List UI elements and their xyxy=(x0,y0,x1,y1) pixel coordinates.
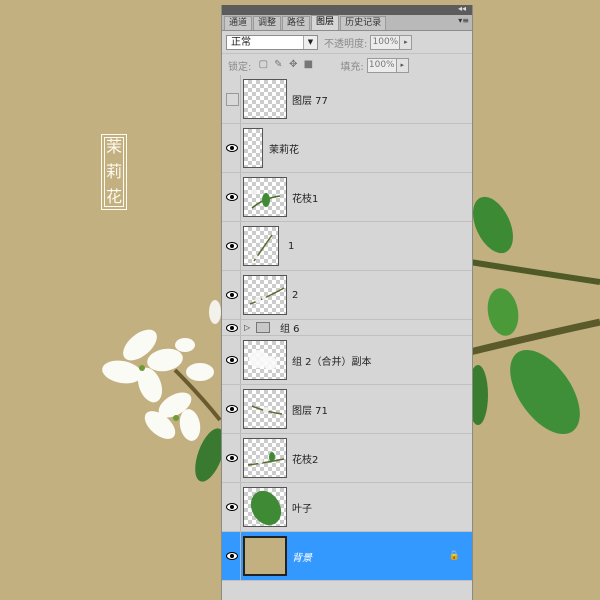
eye-icon xyxy=(226,454,238,462)
layer-list: 图层 77 茉莉花 花枝1 1 2 ▷ 组 6 组 2（合并）副本 图层 71 … xyxy=(222,75,472,581)
tab-channels[interactable]: 通道 xyxy=(224,16,253,30)
collapse-icon[interactable]: ◂◂ xyxy=(458,4,466,13)
visibility-toggle[interactable] xyxy=(224,222,241,270)
layer-name: 叶子 xyxy=(292,503,312,515)
layer-name: 组 6 xyxy=(280,324,300,335)
blend-mode-select[interactable]: 正常 ▼ xyxy=(226,34,318,50)
eye-icon xyxy=(226,144,238,152)
layer-name: 茉莉花 xyxy=(269,144,299,156)
visibility-toggle[interactable] xyxy=(224,271,241,319)
layer-thumbnail xyxy=(243,128,263,168)
eye-icon xyxy=(226,323,238,332)
tab-paths[interactable]: 路径 xyxy=(282,16,311,30)
layers-panel: ◂◂ 通道 调整 路径 图层 历史记录 ▾≡ 正常 ▼ 不透明度: 100% ▸… xyxy=(221,4,473,600)
layer-name: 背景 xyxy=(292,552,312,564)
lock-all-icon[interactable]: ■ xyxy=(302,59,314,71)
layer-thumbnail xyxy=(243,275,287,315)
layer-thumbnail xyxy=(243,340,287,380)
layer-row[interactable]: 图层 71 xyxy=(222,385,472,434)
layer-row[interactable]: 茉莉花 xyxy=(222,124,472,173)
hidden-eye-icon xyxy=(225,92,239,106)
blend-row: 正常 ▼ 不透明度: 100% ▸ xyxy=(222,31,472,54)
visibility-toggle[interactable] xyxy=(224,173,241,221)
tab-history[interactable]: 历史记录 xyxy=(340,16,387,30)
folder-icon xyxy=(256,322,270,333)
opacity-input[interactable]: 100% xyxy=(370,34,401,50)
eye-icon xyxy=(226,242,238,250)
layer-thumbnail xyxy=(243,487,287,527)
opacity-label: 不透明度: xyxy=(324,38,368,50)
visibility-toggle[interactable] xyxy=(224,385,241,433)
fill-input[interactable]: 100% xyxy=(366,57,397,73)
lock-move-icon[interactable]: ✥ xyxy=(287,59,299,71)
fill-slider-arrow-icon[interactable]: ▸ xyxy=(396,57,409,73)
layer-row[interactable]: 花枝2 xyxy=(222,434,472,483)
jasmine-seal-stamp: 茉 莉 花 xyxy=(101,134,127,210)
eye-icon xyxy=(226,193,238,201)
tab-adjustments[interactable]: 调整 xyxy=(253,16,282,30)
visibility-toggle[interactable] xyxy=(224,336,241,384)
eye-icon xyxy=(226,503,238,511)
layer-row[interactable]: 花枝1 xyxy=(222,173,472,222)
eye-icon xyxy=(226,356,238,364)
opacity-slider-arrow-icon[interactable]: ▸ xyxy=(400,34,413,50)
layer-row[interactable]: 2 xyxy=(222,271,472,320)
panel-titlebar[interactable]: ◂◂ xyxy=(222,4,472,15)
layer-thumbnail xyxy=(243,438,287,478)
visibility-toggle[interactable] xyxy=(224,483,241,531)
blend-mode-value: 正常 xyxy=(231,36,251,48)
eye-icon xyxy=(226,291,238,299)
layer-thumbnail xyxy=(243,177,287,217)
eye-icon xyxy=(226,552,238,560)
lock-row: 锁定: ▢ ✎ ✥ ■ 填充: 100% ▸ xyxy=(222,54,472,77)
visibility-toggle[interactable] xyxy=(224,532,241,580)
layer-name: 花枝2 xyxy=(292,454,319,466)
layer-row[interactable]: 1 xyxy=(222,222,472,271)
layer-name: 花枝1 xyxy=(292,193,319,205)
layer-row[interactable]: 叶子 xyxy=(222,483,472,532)
lock-transparent-icon[interactable]: ▢ xyxy=(257,59,269,71)
layer-thumbnail xyxy=(243,226,279,266)
expand-triangle-icon[interactable]: ▷ xyxy=(244,323,250,332)
fill-label: 填充: xyxy=(340,61,364,73)
lock-brush-icon[interactable]: ✎ xyxy=(272,59,284,71)
layer-row-selected[interactable]: 背景 🔒 xyxy=(222,532,472,581)
visibility-toggle[interactable] xyxy=(224,434,241,482)
layer-name: 图层 77 xyxy=(292,95,328,107)
chevron-down-icon: ▼ xyxy=(303,35,317,49)
layer-name: 图层 71 xyxy=(292,405,328,417)
layer-thumbnail xyxy=(243,389,287,429)
panel-tabs: 通道 调整 路径 图层 历史记录 ▾≡ xyxy=(222,15,472,31)
tab-layers[interactable]: 图层 xyxy=(311,15,340,30)
layer-row[interactable]: 组 2（合并）副本 xyxy=(222,336,472,385)
layer-group-row[interactable]: ▷ 组 6 xyxy=(222,320,472,336)
visibility-toggle[interactable] xyxy=(224,75,241,123)
visibility-toggle[interactable] xyxy=(224,320,241,335)
layer-name: 2 xyxy=(292,289,299,301)
layer-thumbnail xyxy=(243,536,287,576)
layer-thumbnail xyxy=(243,79,287,119)
visibility-toggle[interactable] xyxy=(224,124,241,172)
lock-label: 锁定: xyxy=(228,61,252,73)
panel-menu-icon[interactable]: ▾≡ xyxy=(458,16,469,25)
layer-row[interactable]: 图层 77 xyxy=(222,75,472,124)
lock-icon: 🔒 xyxy=(448,551,460,561)
layer-name: 组 2（合并）副本 xyxy=(292,356,372,368)
eye-icon xyxy=(226,405,238,413)
layer-name: 1 xyxy=(288,240,295,252)
